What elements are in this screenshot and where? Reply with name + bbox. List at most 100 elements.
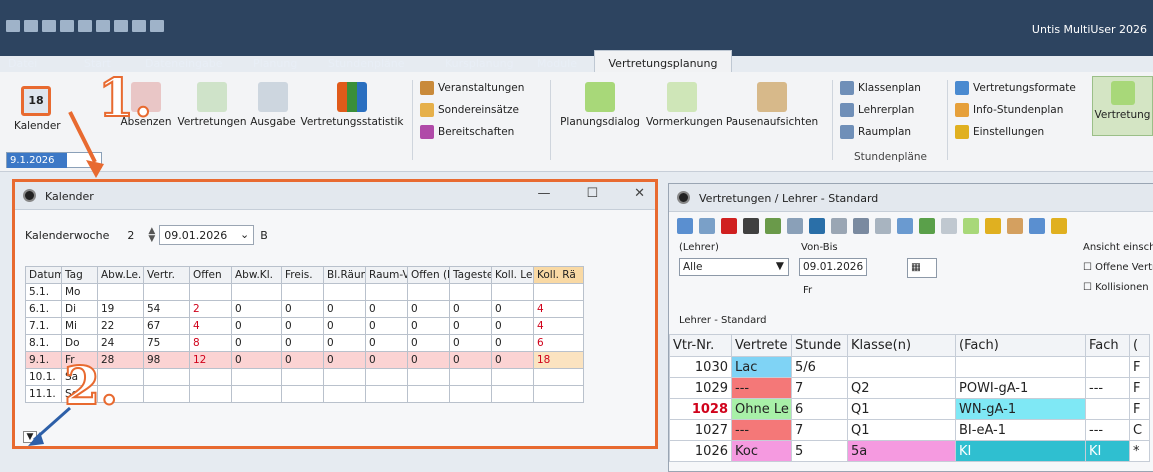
kalender-cell: 0	[449, 334, 492, 352]
kalender-row[interactable]: 5.1. Mo	[25, 283, 584, 301]
window-icon[interactable]	[150, 20, 164, 32]
kalender-col-header[interactable]: Tageste	[449, 266, 492, 284]
von-bis-label: Von-Bis	[801, 242, 838, 253]
kalender-col-header[interactable]: Abw.Le.	[97, 266, 144, 284]
vertretungen-row[interactable]: 1028 Ohne Le 6 Q1 WN-gA-1 F	[669, 398, 1150, 420]
vertretungen-row[interactable]: 1026 Koc 5 5a KI KI *	[669, 440, 1150, 462]
kalender-col-header[interactable]: Vertr.	[143, 266, 190, 284]
vertretungen-col-header[interactable]: Stunde	[791, 334, 848, 357]
kalender-col-header[interactable]: Datum	[25, 266, 62, 284]
von-bis-date-input[interactable]: 09.01.2026	[799, 258, 867, 276]
vertretungsformate-button[interactable]: Vertretungsformate	[955, 81, 1076, 95]
delete-icon[interactable]	[721, 218, 737, 234]
lehrer-select[interactable]: Alle ▼	[679, 258, 789, 276]
tree-icon[interactable]	[853, 218, 869, 234]
person-icon[interactable]	[919, 218, 935, 234]
paste-icon[interactable]	[132, 20, 146, 32]
edit-icon[interactable]	[787, 218, 803, 234]
vertretungen-row[interactable]: 1030 Lac 5/6 F	[669, 356, 1150, 378]
vertretungen-row[interactable]: 1029 --- 7 Q2 POWI-gA-1 --- F	[669, 377, 1150, 399]
undo-icon[interactable]	[42, 20, 56, 32]
einstellungen-button[interactable]: Einstellungen	[955, 125, 1044, 139]
kalender-col-header[interactable]: Koll. Rä	[533, 266, 584, 284]
chevron-down-icon[interactable]: ⌄	[240, 228, 249, 241]
vertretungen-col-header[interactable]: Vtr-Nr.	[669, 334, 732, 357]
kalender-col-header[interactable]: Koll. Lel	[491, 266, 534, 284]
bereitschaften-button[interactable]: Bereitschaften	[420, 125, 514, 139]
vertretungen-partial-button[interactable]: Vertretung	[1092, 76, 1153, 136]
menu-icon[interactable]	[6, 20, 20, 32]
tab-vertretungsplanung[interactable]: Vertretungsplanung	[594, 50, 732, 73]
menu-datei[interactable]: Datei	[8, 57, 37, 70]
kalender-col-header[interactable]: Tag	[61, 266, 98, 284]
filter-icon[interactable]	[897, 218, 913, 234]
kalender-row[interactable]: 7.1. Mi 22 67 4 0 0 0 0 0 0 0 4	[25, 317, 584, 335]
open-icon[interactable]	[96, 20, 110, 32]
ribbon-date-field[interactable]: 9.1.2026	[6, 152, 102, 168]
tool-icon[interactable]	[875, 218, 891, 234]
lock-icon[interactable]	[985, 218, 1001, 234]
print-icon[interactable]	[1007, 218, 1023, 234]
kalender-header-row: Datum Tag Abw.Le. Vertr. Offen Abw.Kl. Freis. B…	[25, 266, 584, 284]
menu-kursplanung[interactable]: Kursplanung	[445, 57, 514, 70]
kalender-date-input[interactable]: 09.01.2026 ⌄	[159, 225, 255, 245]
vertretungen-button[interactable]: Vertretungen	[176, 82, 248, 128]
calendar-picker-button[interactable]: ▦	[907, 258, 937, 278]
menu-dateneingabe[interactable]: Dateneingabe	[145, 57, 223, 70]
window-icon[interactable]	[941, 218, 957, 234]
kalender-col-header[interactable]: Offen	[189, 266, 232, 284]
kalender-col-header[interactable]: Offen (F	[407, 266, 450, 284]
offene-checkbox[interactable]: ☐ Offene Vertr	[1083, 262, 1153, 273]
raumplan-button[interactable]: Raumplan	[840, 125, 911, 139]
vertretungen-col-header[interactable]: (Fach)	[955, 334, 1086, 357]
check-icon[interactable]	[963, 218, 979, 234]
kalender-row[interactable]: 8.1. Do 24 75 8 0 0 0 0 0 0 0 6	[25, 334, 584, 352]
vertretungen-cell: F	[1129, 377, 1150, 399]
list-icon[interactable]	[699, 218, 715, 234]
kalender-col-header[interactable]: Raum-V	[365, 266, 408, 284]
save-icon[interactable]	[24, 20, 38, 32]
klassenplan-button[interactable]: Klassenplan	[840, 81, 921, 95]
preview-icon[interactable]	[78, 20, 92, 32]
vertretungen-col-header[interactable]: (	[1129, 334, 1150, 357]
vertretungsstatistik-button[interactable]: Vertretungsstatistik	[300, 82, 404, 128]
info-stundenplan-button[interactable]: Info-Stundenplan	[955, 103, 1063, 117]
teacher-icon[interactable]	[743, 218, 759, 234]
maximize-icon[interactable]: ☐	[586, 186, 598, 201]
gear-icon[interactable]	[1051, 218, 1067, 234]
kalender-cell: 4	[533, 300, 584, 318]
print-icon[interactable]	[60, 20, 74, 32]
kalender-col-header[interactable]: Freis.	[281, 266, 324, 284]
vertretungen-cell: 5/6	[791, 356, 848, 378]
grid-icon[interactable]	[831, 218, 847, 234]
vertretungen-col-header[interactable]: Fach	[1085, 334, 1130, 357]
minimize-icon[interactable]: —	[537, 186, 550, 201]
dropdown-toggle[interactable]: ▼	[23, 431, 37, 443]
menu-stundenplaene[interactable]: Stundenpläne	[328, 57, 404, 70]
menu-planung[interactable]: Planung	[253, 57, 297, 70]
week-spinner[interactable]: ▲ ▼	[148, 227, 155, 244]
swap-icon[interactable]	[765, 218, 781, 234]
kalender-row[interactable]: 6.1. Di 19 54 2 0 0 0 0 0 0 0 4	[25, 300, 584, 318]
vertretungen-window: Vertretungen / Lehrer - Standard (Lehrer…	[668, 183, 1153, 472]
kollisionen-checkbox[interactable]: ☐ Kollisionen	[1083, 282, 1149, 293]
table-icon[interactable]	[809, 218, 825, 234]
vormerkungen-button[interactable]: Vormerkungen	[646, 82, 723, 128]
planungsdialog-button[interactable]: Planungsdialog	[554, 82, 646, 128]
vertretungen-col-header[interactable]: Vertrete	[731, 334, 792, 357]
lehrerplan-button[interactable]: Lehrerplan	[840, 103, 914, 117]
menu-module[interactable]: Module	[537, 57, 577, 70]
kalender-col-header[interactable]: Abw.Kl.	[231, 266, 282, 284]
globe-icon[interactable]	[1029, 218, 1045, 234]
kalender-col-header[interactable]: Bl.Räum	[323, 266, 366, 284]
veranstaltungen-button[interactable]: Veranstaltungen	[420, 81, 524, 95]
pausenaufsichten-button[interactable]: Pausenaufsichten	[718, 82, 826, 128]
vertretungen-row[interactable]: 1027 --- 7 Q1 BI-eA-1 --- C	[669, 419, 1150, 441]
kalender-button[interactable]: 18 Kalender	[14, 86, 61, 132]
copy-icon[interactable]	[114, 20, 128, 32]
ausgabe-button[interactable]: Ausgabe	[248, 82, 298, 128]
vertretungen-col-header[interactable]: Klasse(n)	[847, 334, 956, 357]
add-icon[interactable]	[677, 218, 693, 234]
close-icon[interactable]: ✕	[634, 186, 645, 201]
sondereinsaetze-button[interactable]: Sondereinsätze	[420, 103, 519, 117]
